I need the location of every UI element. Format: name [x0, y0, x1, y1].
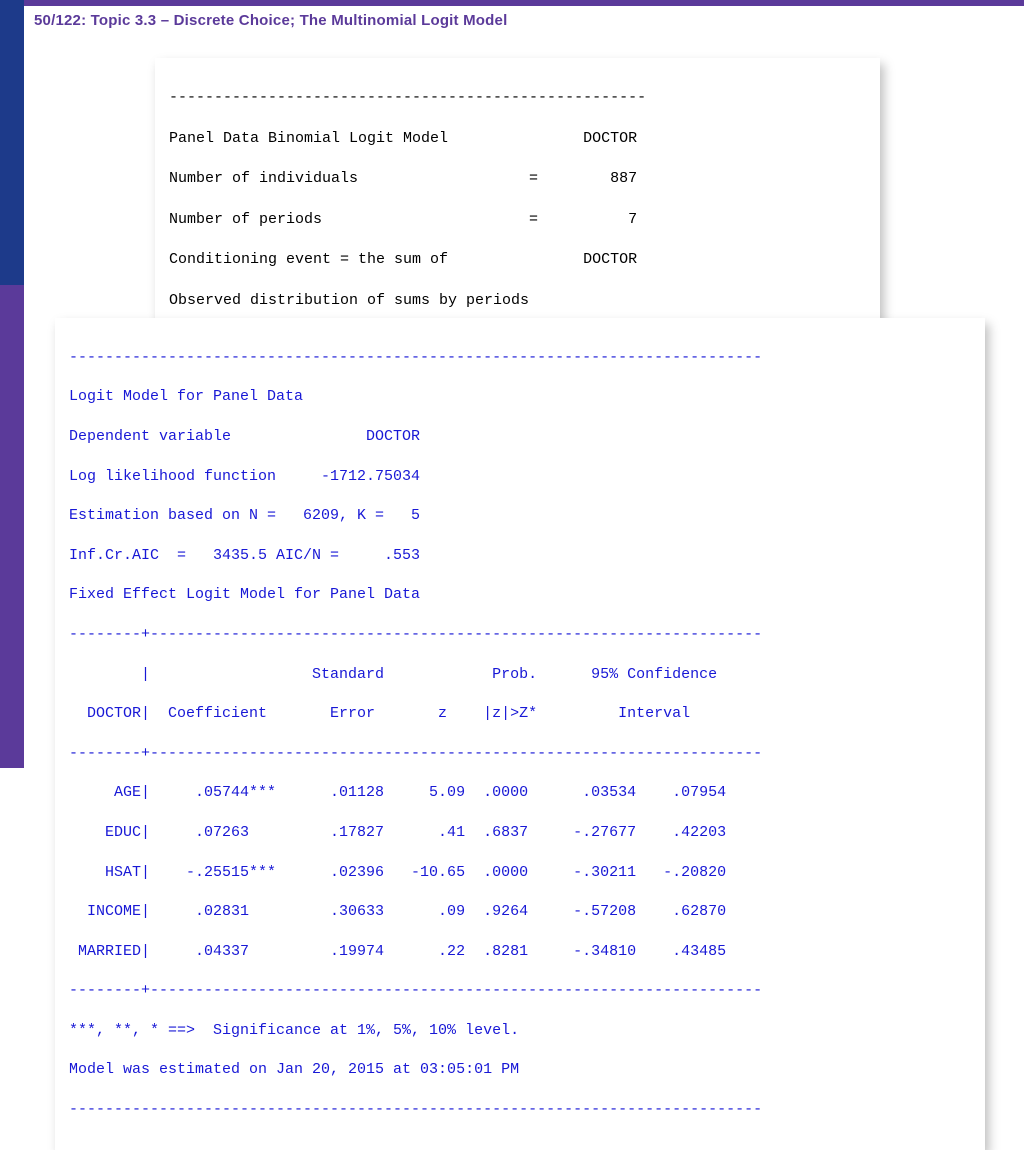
line-n-periods: Number of periods = 7: [169, 211, 637, 228]
line-n-individuals: Number of individuals = 887: [169, 170, 637, 187]
row-income: INCOME| .02831 .30633 .09 .9264 -.57208 …: [69, 903, 726, 920]
slide-title: 50/122: Topic 3.3 – Discrete Choice; The…: [34, 12, 507, 29]
table-divider: --------+-------------------------------…: [69, 745, 762, 762]
top-accent-bar: [0, 0, 1024, 6]
divider: ----------------------------------------…: [169, 89, 646, 106]
row-married: MARRIED| .04337 .19974 .22 .8281 -.34810…: [69, 943, 726, 960]
sidebar-upper: [0, 0, 24, 285]
line-significance: ***, **, * ==> Significance at 1%, 5%, 1…: [69, 1022, 519, 1039]
table-divider: --------+-------------------------------…: [69, 626, 762, 643]
line-aic: Inf.Cr.AIC = 3435.5 AIC/N = .553: [69, 547, 420, 564]
output-panel-fe-logit: ----------------------------------------…: [55, 318, 985, 1150]
sidebar-lower: [0, 285, 24, 768]
line-obs-dist: Observed distribution of sums by periods: [169, 292, 529, 309]
divider: ----------------------------------------…: [69, 349, 762, 366]
line-estimated-on: Model was estimated on Jan 20, 2015 at 0…: [69, 1061, 519, 1078]
line-depvar: Dependent variable DOCTOR: [69, 428, 420, 445]
row-hsat: HSAT| -.25515*** .02396 -10.65 .0000 -.3…: [69, 864, 726, 881]
table-header-2: DOCTOR| Coefficient Error z |z|>Z* Inter…: [69, 705, 690, 722]
line-conditioning: Conditioning event = the sum of DOCTOR: [169, 251, 637, 268]
table-divider: --------+-------------------------------…: [69, 982, 762, 999]
line-nk: Estimation based on N = 6209, K = 5: [69, 507, 420, 524]
row-age: AGE| .05744*** .01128 5.09 .0000 .03534 …: [69, 784, 726, 801]
line-model-title: Panel Data Binomial Logit Model DOCTOR: [169, 130, 637, 147]
row-educ: EDUC| .07263 .17827 .41 .6837 -.27677 .4…: [69, 824, 726, 841]
line-fe: Fixed Effect Logit Model for Panel Data: [69, 586, 420, 603]
table-header-1: | Standard Prob. 95% Confidence: [69, 666, 717, 683]
line-model: Logit Model for Panel Data: [69, 388, 303, 405]
line-loglik: Log likelihood function -1712.75034: [69, 468, 420, 485]
divider: ----------------------------------------…: [69, 1101, 762, 1118]
